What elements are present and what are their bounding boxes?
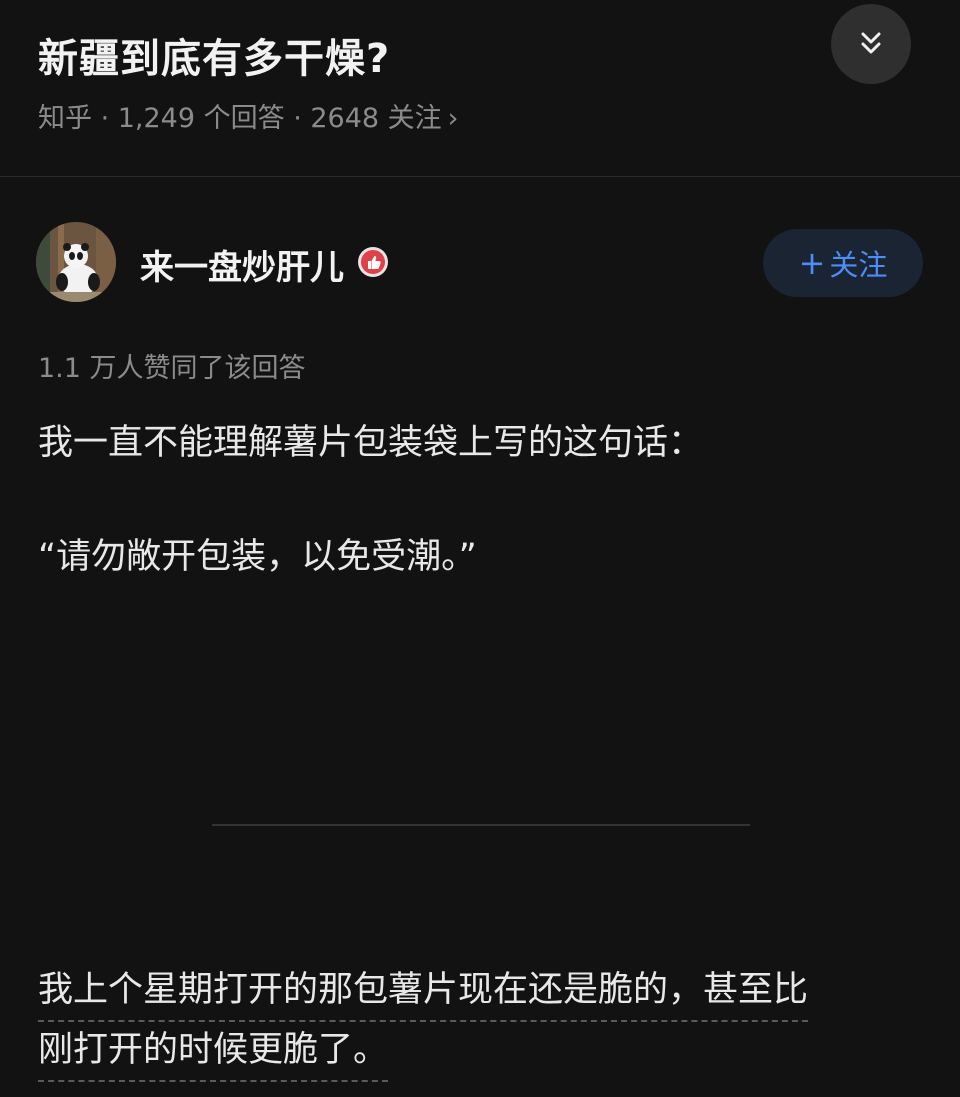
divider: [212, 824, 750, 826]
author-row: 来一盘炒肝儿 + 关注: [0, 222, 960, 306]
thumbs-up-badge-icon: [358, 247, 388, 277]
answer-paragraph-linked[interactable]: 我上个星期打开的那包薯片现在还是脆的，甚至比 刚打开的时候更脆了。: [38, 962, 918, 1082]
answer-paragraph: 我一直不能理解薯片包装袋上写的这句话：: [38, 423, 704, 463]
vote-count: 1.1 万人赞同了该回答: [38, 353, 306, 384]
answer-line: 我上个星期打开的那包薯片现在还是脆的，甚至比: [38, 962, 809, 1022]
follow-button[interactable]: + 关注: [763, 229, 923, 297]
question-meta-text: 知乎 · 1,249 个回答 · 2648 关注: [38, 103, 442, 134]
question-header: 新疆到底有多干燥? 知乎 · 1,249 个回答 · 2648 关注 ›: [0, 0, 960, 177]
collapse-button[interactable]: [831, 4, 911, 84]
question-meta[interactable]: 知乎 · 1,249 个回答 · 2648 关注 ›: [38, 96, 458, 135]
answer-quote: “请勿敞开包装，以免受潮。”: [38, 537, 477, 577]
double-chevron-down-icon: [861, 32, 881, 54]
plus-icon: +: [798, 244, 826, 282]
panda-avatar-icon: [36, 222, 116, 302]
chevron-right-icon: ›: [447, 103, 459, 134]
question-title[interactable]: 新疆到底有多干燥?: [38, 26, 390, 84]
follow-label: 关注: [829, 248, 888, 282]
avatar[interactable]: [36, 222, 116, 302]
answer-line: 刚打开的时候更脆了。: [38, 1022, 389, 1082]
author-name[interactable]: 来一盘炒肝儿: [140, 240, 344, 289]
